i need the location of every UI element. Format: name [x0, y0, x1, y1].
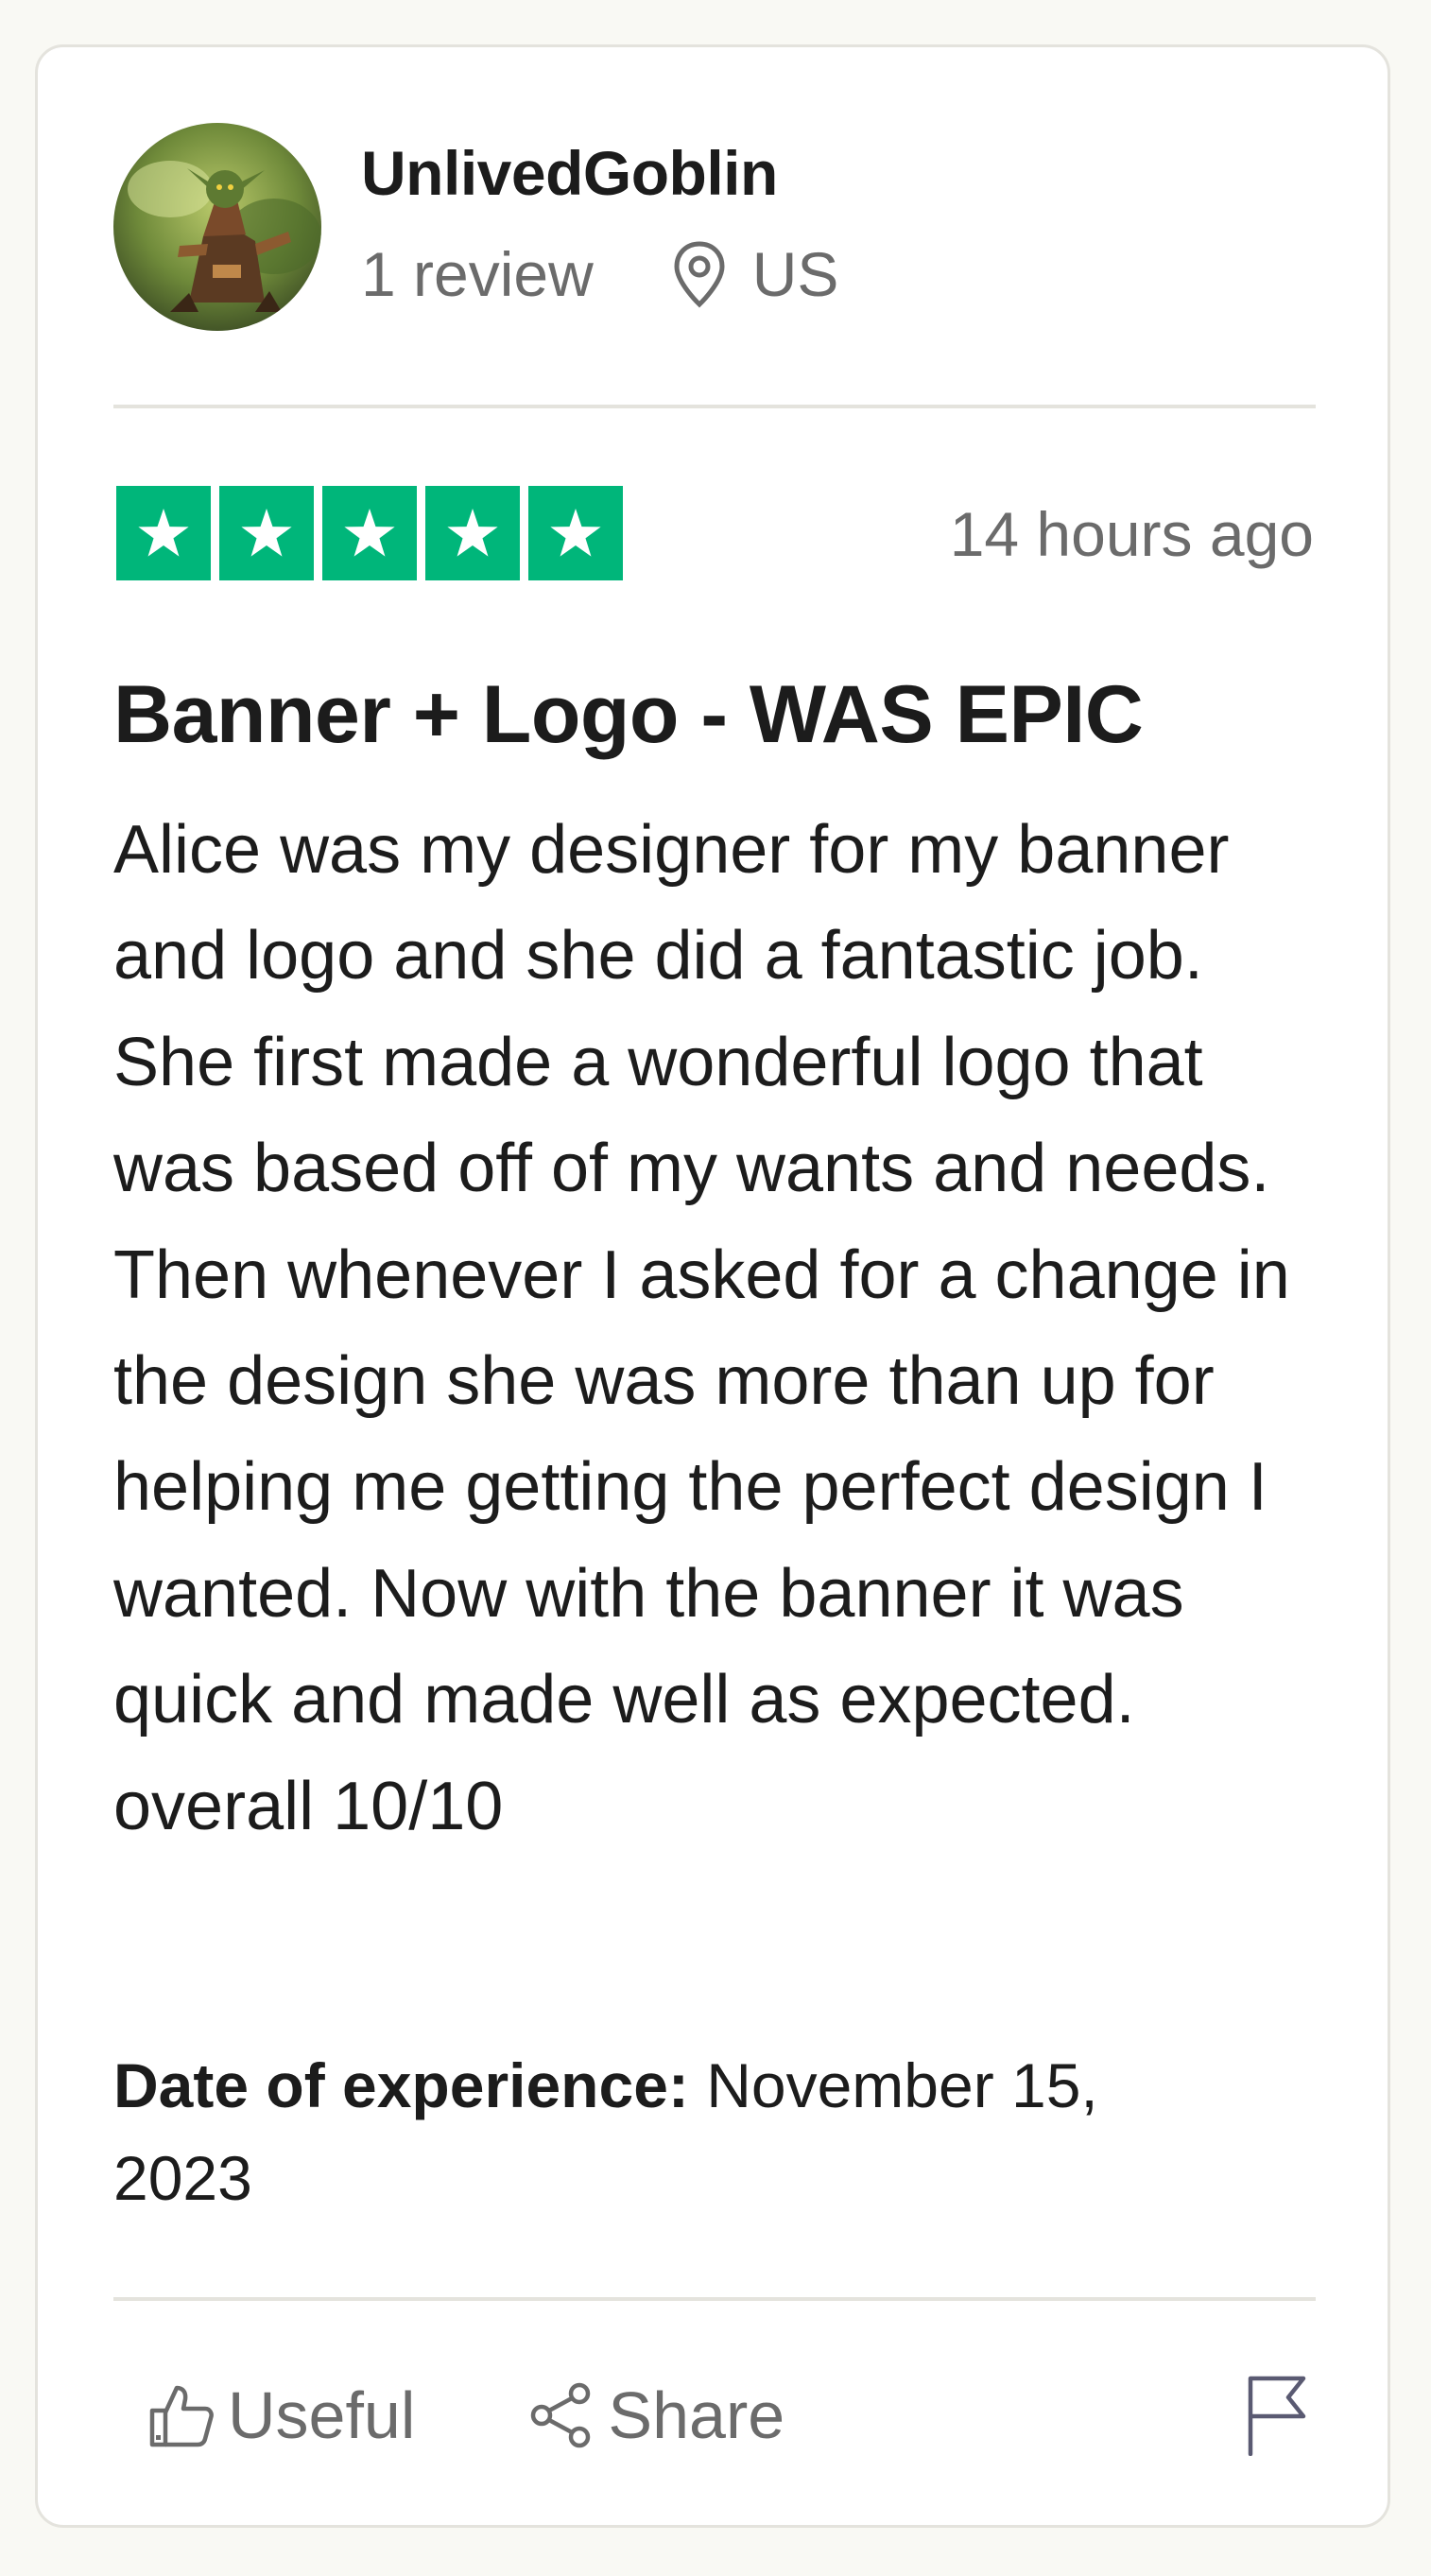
review-title[interactable]: Banner + Logo - WAS EPIC: [113, 667, 1144, 762]
review-count: 1 review: [361, 239, 594, 309]
star-icon: [528, 486, 623, 580]
divider: [113, 405, 1316, 408]
star-icon: [116, 486, 211, 580]
thumbs-up-icon: [149, 2385, 214, 2447]
share-button[interactable]: Share: [526, 2377, 784, 2453]
review-body: Alice was my designer for my banner and …: [113, 812, 1290, 1844]
share-icon: [531, 2382, 591, 2448]
location-pin-icon: [674, 241, 725, 308]
flag-icon[interactable]: [1243, 2373, 1311, 2456]
share-label: Share: [608, 2378, 785, 2452]
review-actions: Useful Share: [147, 2373, 784, 2458]
review-timestamp: 14 hours ago: [949, 499, 1314, 569]
date-of-experience: Date of experience: November 15, 2023: [113, 2039, 1229, 2224]
avatar[interactable]: [113, 123, 321, 331]
star-icon: [322, 486, 417, 580]
experience-label: Date of experience:: [113, 2050, 689, 2120]
useful-button[interactable]: Useful: [147, 2377, 415, 2453]
reviewer-meta: 1 review US: [361, 236, 838, 312]
reviewer-country: US: [751, 239, 839, 309]
useful-label: Useful: [228, 2378, 416, 2452]
avatar-image: [113, 123, 321, 331]
star-rating: [116, 486, 623, 580]
divider: [113, 2297, 1316, 2301]
star-icon: [425, 486, 520, 580]
star-icon: [219, 486, 314, 580]
reviewer-name[interactable]: UnlivedGoblin: [361, 135, 778, 211]
